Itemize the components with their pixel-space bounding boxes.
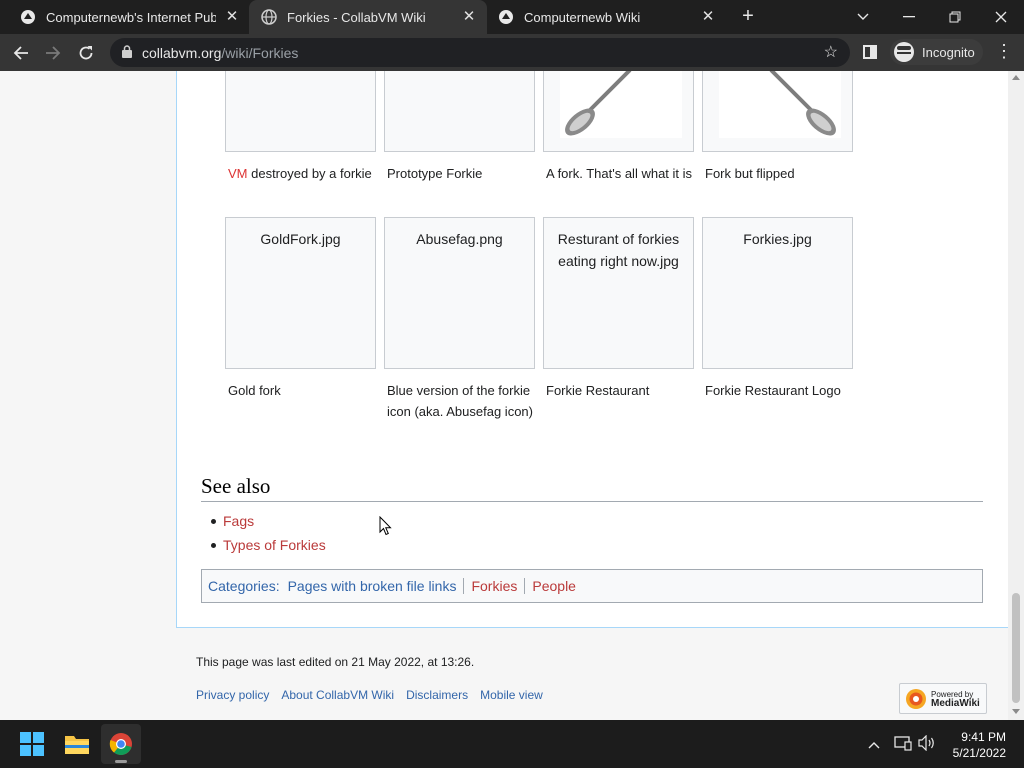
back-arrow-icon[interactable] <box>8 40 34 66</box>
gallery-image-box[interactable] <box>702 71 853 152</box>
gallery-caption: Fork but flipped <box>705 166 795 181</box>
lock-icon[interactable] <box>122 45 132 63</box>
gallery-image-box[interactable]: Forkies.jpg <box>702 217 853 369</box>
gallery-caption: Blue version of the forkie icon (aka. Ab… <box>387 383 533 419</box>
broken-file-name[interactable]: Forkies.jpg <box>703 228 852 250</box>
url-path: /wiki/Forkies <box>221 45 299 61</box>
bookmark-star-icon[interactable]: ☆ <box>824 42 838 62</box>
volume-icon[interactable] <box>918 734 936 754</box>
gallery-image-box[interactable] <box>384 71 535 152</box>
tab-computernewb-wiki[interactable]: Computernewb Wiki ✕ <box>488 0 726 34</box>
globe-icon <box>261 9 277 25</box>
category-forkies[interactable]: Forkies <box>463 578 524 594</box>
broken-file-name[interactable]: Resturant of forkies eating right now.jp… <box>544 228 693 272</box>
category-links: Categories: Pages with broken file links… <box>201 569 983 603</box>
url-host: collabvm.org <box>142 45 222 61</box>
category-broken-file-links[interactable]: Pages with broken file links <box>280 578 464 594</box>
tab-internet-pub[interactable]: Computernewb's Internet Pub Hu ✕ <box>0 0 250 34</box>
list-item: Fags <box>211 509 326 533</box>
gallery-image-box[interactable]: Abusefag.png <box>384 217 535 369</box>
tab-title: Computernewb Wiki <box>524 9 641 25</box>
gallery-caption: VM destroyed by a forkie <box>228 163 379 184</box>
broken-file-name[interactable]: Abusefag.png <box>385 228 534 250</box>
tab-search-chevron-icon[interactable] <box>840 0 886 34</box>
footer-link-disclaimers[interactable]: Disclaimers <box>406 688 468 702</box>
gallery-caption: Forkie Restaurant <box>546 383 650 398</box>
vm-link[interactable]: VM <box>228 166 248 181</box>
see-also-link-fags[interactable]: Fags <box>223 513 254 529</box>
tab-forkies[interactable]: Forkies - CollabVM Wiki ✕ <box>249 0 487 34</box>
flipped-fork-image[interactable] <box>719 71 841 138</box>
file-explorer-icon[interactable] <box>57 724 97 764</box>
footer-links: Privacy policy About CollabVM Wiki Discl… <box>196 688 543 702</box>
wiki-favicon-icon <box>20 9 36 25</box>
gallery-caption: A fork. That's all what it is <box>546 166 693 181</box>
tray-overflow-chevron-icon[interactable] <box>868 736 880 752</box>
chrome-icon[interactable] <box>101 724 141 764</box>
list-item: Types of Forkies <box>211 533 326 557</box>
url-text: collabvm.org/wiki/Forkies <box>142 45 298 61</box>
tab-title: Forkies - CollabVM Wiki <box>287 9 426 25</box>
close-icon[interactable]: ✕ <box>700 9 716 25</box>
mouse-cursor-icon <box>379 516 392 536</box>
gallery-image-box[interactable] <box>225 71 376 152</box>
gallery-caption: Forkie Restaurant Logo <box>705 383 841 398</box>
clock-time: 9:41 PM <box>961 730 1006 744</box>
kebab-menu-icon[interactable]: ⋮ <box>995 42 1013 60</box>
gallery-caption: Gold fork <box>228 383 281 398</box>
network-icon[interactable] <box>894 735 912 754</box>
footer-link-about[interactable]: About CollabVM Wiki <box>281 688 394 702</box>
address-bar[interactable]: collabvm.org/wiki/Forkies ☆ <box>110 38 850 67</box>
tab-strip: Computernewb's Internet Pub Hu ✕ Forkies… <box>0 0 1024 34</box>
forward-arrow-icon[interactable] <box>40 40 66 66</box>
fork-image[interactable] <box>560 71 682 138</box>
windows-start-icon[interactable] <box>12 724 52 764</box>
close-icon[interactable]: ✕ <box>224 9 240 25</box>
see-also-list: Fags Types of Forkies <box>211 509 326 557</box>
powered-by-text: Powered by MediaWiki <box>931 690 980 709</box>
system-clock[interactable]: 9:41 PM 5/21/2022 <box>940 729 1006 761</box>
section-heading-see-also: See also <box>201 474 983 502</box>
gallery-image-box[interactable]: Resturant of forkies eating right now.jp… <box>543 217 694 369</box>
categories-label[interactable]: Categories: <box>208 578 280 594</box>
wiki-favicon-icon <box>498 9 514 25</box>
last-edited-text: This page was last edited on 21 May 2022… <box>196 655 475 669</box>
restore-icon[interactable] <box>932 0 978 34</box>
incognito-icon <box>894 42 914 62</box>
scroll-up-icon[interactable] <box>1012 75 1020 80</box>
clock-date: 5/21/2022 <box>952 746 1006 760</box>
see-also-link-types-of-forkies[interactable]: Types of Forkies <box>223 537 326 553</box>
powered-by-big: MediaWiki <box>931 697 980 709</box>
category-people[interactable]: People <box>524 578 583 594</box>
broken-file-name[interactable]: GoldFork.jpg <box>226 228 375 250</box>
categories-label-text: Categories <box>208 578 276 594</box>
scroll-thumb[interactable] <box>1012 593 1020 703</box>
close-window-icon[interactable] <box>978 0 1024 34</box>
tab-title: Computernewb's Internet Pub Hu <box>46 9 216 25</box>
gallery-caption: Prototype Forkie <box>387 166 483 181</box>
incognito-label: Incognito <box>922 44 975 60</box>
incognito-badge[interactable]: Incognito <box>890 39 983 65</box>
new-tab-plus-icon[interactable]: + <box>738 6 758 26</box>
powered-by-mediawiki-badge[interactable]: Powered by MediaWiki <box>899 683 987 714</box>
browser-toolbar: collabvm.org/wiki/Forkies ☆ Incognito ⋮ <box>0 34 1024 71</box>
footer-link-mobile-view[interactable]: Mobile view <box>480 688 543 702</box>
close-icon[interactable]: ✕ <box>461 9 477 25</box>
windows-taskbar: 9:41 PM 5/21/2022 <box>0 720 1024 768</box>
mediawiki-flower-icon <box>906 688 926 709</box>
caption-text: destroyed by a forkie <box>247 166 372 181</box>
side-panel-icon[interactable] <box>863 45 877 59</box>
gallery-image-box[interactable]: GoldFork.jpg <box>225 217 376 369</box>
minimize-icon[interactable] <box>886 0 932 34</box>
reload-icon[interactable] <box>73 40 99 66</box>
gallery-image-box[interactable] <box>543 71 694 152</box>
page-scrollbar[interactable] <box>1008 71 1024 720</box>
page-viewport: VM destroyed by a forkie Prototype Forki… <box>0 71 1008 720</box>
footer-link-privacy[interactable]: Privacy policy <box>196 688 269 702</box>
scroll-down-icon[interactable] <box>1012 709 1020 714</box>
